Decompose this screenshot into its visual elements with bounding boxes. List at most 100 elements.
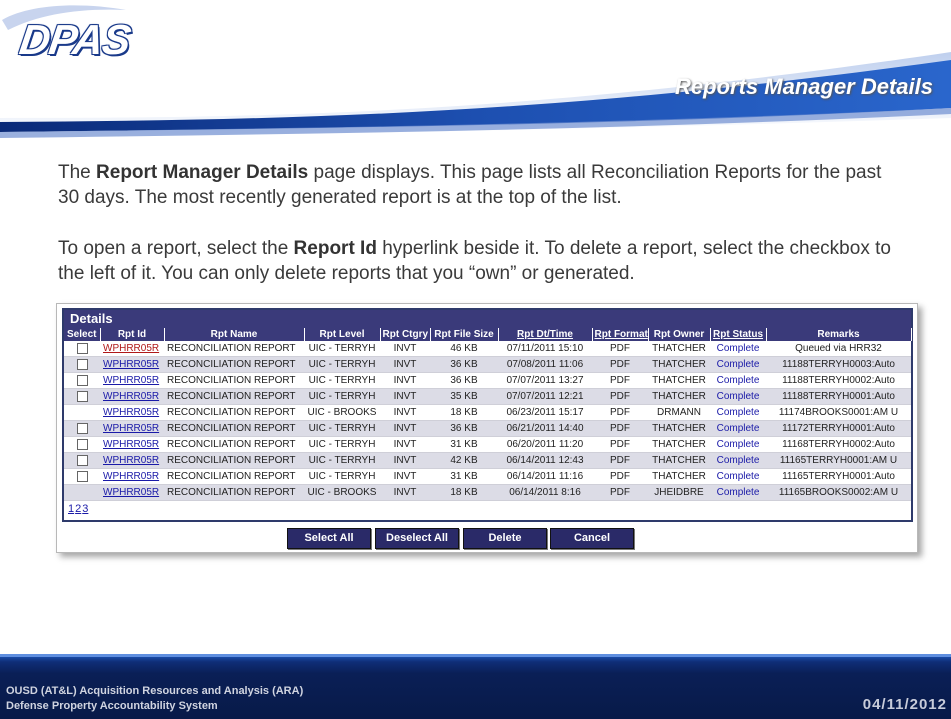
row-select-checkbox[interactable] xyxy=(76,342,88,354)
col-rpt-file-size: Rpt File Size xyxy=(430,328,499,341)
report-manager-details-term: Report Manager Details xyxy=(96,162,309,183)
rpt-format-cell: PDF xyxy=(592,372,648,389)
table-body: WPHRR05R RECONCILIATION REPORT UIC - TERRY… xyxy=(64,341,911,501)
rpt-dt-cell: 06/14/2011 11:16 xyxy=(498,468,592,485)
select-all-button[interactable]: Select All xyxy=(287,528,371,549)
slide: DPAS Reports Manager Details The Report … xyxy=(0,0,951,719)
report-id-term: Report Id xyxy=(293,238,377,259)
slide-title: Reports Manager Details xyxy=(675,74,933,99)
remarks-cell: 11188TERRYH0001:Auto xyxy=(766,388,911,405)
rpt-ctgry-cell: INVT xyxy=(380,420,430,437)
rpt-dt-cell: 06/20/2011 11:20 xyxy=(498,436,592,453)
row-select-checkbox[interactable] xyxy=(76,374,88,386)
table-row: WPHRR05R RECONCILIATION REPORT UIC - TERRY… xyxy=(64,341,911,357)
deselect-all-button[interactable]: Deselect All xyxy=(375,528,459,549)
rpt-name-cell: RECONCILIATION REPORT xyxy=(164,404,304,421)
rpt-owner-cell: DRMANN xyxy=(648,404,710,421)
remarks-cell: 11174BROOKS0001:AM U xyxy=(766,404,911,421)
rpt-ctgry-cell: INVT xyxy=(380,388,430,405)
report-id-link[interactable]: WPHRR05R xyxy=(103,391,159,402)
rpt-status-cell: Complete xyxy=(710,356,766,373)
rpt-status-cell: Complete xyxy=(710,341,766,357)
rpt-id-cell: WPHRR05R xyxy=(100,484,164,501)
rpt-owner-cell: JHEIDBRE xyxy=(648,484,710,501)
rpt-format-cell: PDF xyxy=(592,468,648,485)
page-link-1[interactable]: 1 xyxy=(68,503,74,515)
delete-button[interactable]: Delete xyxy=(463,528,547,549)
remarks-cell: 11188TERRYH0003:Auto xyxy=(766,356,911,373)
col-rpt-format-sort[interactable]: Rpt Format xyxy=(592,328,649,341)
col-rpt-level: Rpt Level xyxy=(304,328,381,341)
col-rpt-ctgry: Rpt Ctgry xyxy=(380,328,431,341)
row-select-checkbox[interactable] xyxy=(76,454,88,466)
table-row: WPHRR05R RECONCILIATION REPORT UIC - TERRY… xyxy=(64,356,911,373)
rpt-ctgry-cell: INVT xyxy=(380,356,430,373)
rpt-owner-cell: THATCHER xyxy=(648,420,710,437)
row-select-checkbox[interactable] xyxy=(76,390,88,402)
report-id-link[interactable]: WPHRR05R xyxy=(103,455,159,466)
rpt-status-cell: Complete xyxy=(710,372,766,389)
select-cell xyxy=(64,356,100,373)
remarks-cell: 11172TERRYH0001:Auto xyxy=(766,420,911,437)
report-id-link[interactable]: WPHRR05R xyxy=(103,359,159,370)
cancel-button[interactable]: Cancel xyxy=(550,528,634,549)
report-id-link[interactable]: WPHRR05R xyxy=(103,343,159,354)
row-select-checkbox[interactable] xyxy=(76,358,88,370)
reports-table: Select Rpt Id Rpt Name Rpt Level Rpt Ctg… xyxy=(64,328,912,501)
report-id-link[interactable]: WPHRR05R xyxy=(103,375,159,386)
rpt-owner-cell: THATCHER xyxy=(648,452,710,469)
details-section: Details Select Rpt Id Rpt Name Rpt Level… xyxy=(62,308,913,522)
select-cell xyxy=(64,436,100,453)
footer-date: 04/11/2012 xyxy=(862,696,947,713)
rpt-id-cell: WPHRR05R xyxy=(100,388,164,405)
table-row: WPHRR05R RECONCILIATION REPORT UIC - TERRY… xyxy=(64,388,911,405)
rpt-level-cell: UIC - BROOKS xyxy=(304,484,380,501)
row-select-checkbox[interactable] xyxy=(76,470,88,482)
remarks-cell: 11165TERRYH0001:Auto xyxy=(766,468,911,485)
rpt-id-cell: WPHRR05R xyxy=(100,452,164,469)
report-id-link[interactable]: WPHRR05R xyxy=(103,423,159,434)
rpt-size-cell: 31 KB xyxy=(430,436,498,453)
remarks-cell: 11168TERRYH0002:Auto xyxy=(766,436,911,453)
button-bar: Select All Deselect All Delete Cancel xyxy=(57,528,917,549)
rpt-format-cell: PDF xyxy=(592,341,648,357)
report-id-link[interactable]: WPHRR05R xyxy=(103,439,159,450)
pagination: 123 xyxy=(64,501,911,517)
instructions-paragraph: To open a report, select the Report Id h… xyxy=(58,238,891,284)
rpt-dt-cell: 07/08/2011 11:06 xyxy=(498,356,592,373)
rpt-ctgry-cell: INVT xyxy=(380,404,430,421)
footer-line-2: Defense Property Accountability System xyxy=(6,700,218,712)
rpt-ctgry-cell: INVT xyxy=(380,372,430,389)
table-row: WPHRR05R RECONCILIATION REPORT UIC - TERRY… xyxy=(64,452,911,469)
rpt-name-cell: RECONCILIATION REPORT xyxy=(164,372,304,389)
rpt-ctgry-cell: INVT xyxy=(380,452,430,469)
select-cell xyxy=(64,468,100,485)
rpt-owner-cell: THATCHER xyxy=(648,436,710,453)
page-link-2[interactable]: 2 xyxy=(75,503,81,515)
rpt-dt-cell: 06/14/2011 8:16 xyxy=(498,484,592,501)
rpt-level-cell: UIC - TERRYH xyxy=(304,356,380,373)
report-id-link[interactable]: WPHRR05R xyxy=(103,471,159,482)
rpt-level-cell: UIC - TERRYH xyxy=(304,341,380,357)
rpt-owner-cell: THATCHER xyxy=(648,356,710,373)
footer-organization: OUSD (AT&L) Acquisition Resources and An… xyxy=(6,684,303,714)
select-cell xyxy=(64,420,100,437)
col-rpt-status-sort[interactable]: Rpt Status xyxy=(710,328,767,341)
rpt-size-cell: 42 KB xyxy=(430,452,498,469)
rpt-format-cell: PDF xyxy=(592,436,648,453)
col-select: Select xyxy=(64,328,101,341)
rpt-status-cell: Complete xyxy=(710,420,766,437)
page-link-3[interactable]: 3 xyxy=(82,503,88,515)
row-select-checkbox[interactable] xyxy=(76,422,88,434)
report-id-link[interactable]: WPHRR05R xyxy=(103,407,159,418)
report-id-link[interactable]: WPHRR05R xyxy=(103,487,159,498)
select-cell xyxy=(64,341,100,357)
row-select-checkbox[interactable] xyxy=(76,438,88,450)
select-cell xyxy=(64,388,100,405)
col-rpt-dt-time-sort[interactable]: Rpt Dt/Time xyxy=(498,328,593,341)
rpt-size-cell: 35 KB xyxy=(430,388,498,405)
rpt-status-cell: Complete xyxy=(710,452,766,469)
rpt-ctgry-cell: INVT xyxy=(380,468,430,485)
rpt-status-cell: Complete xyxy=(710,388,766,405)
rpt-dt-cell: 06/14/2011 12:43 xyxy=(498,452,592,469)
